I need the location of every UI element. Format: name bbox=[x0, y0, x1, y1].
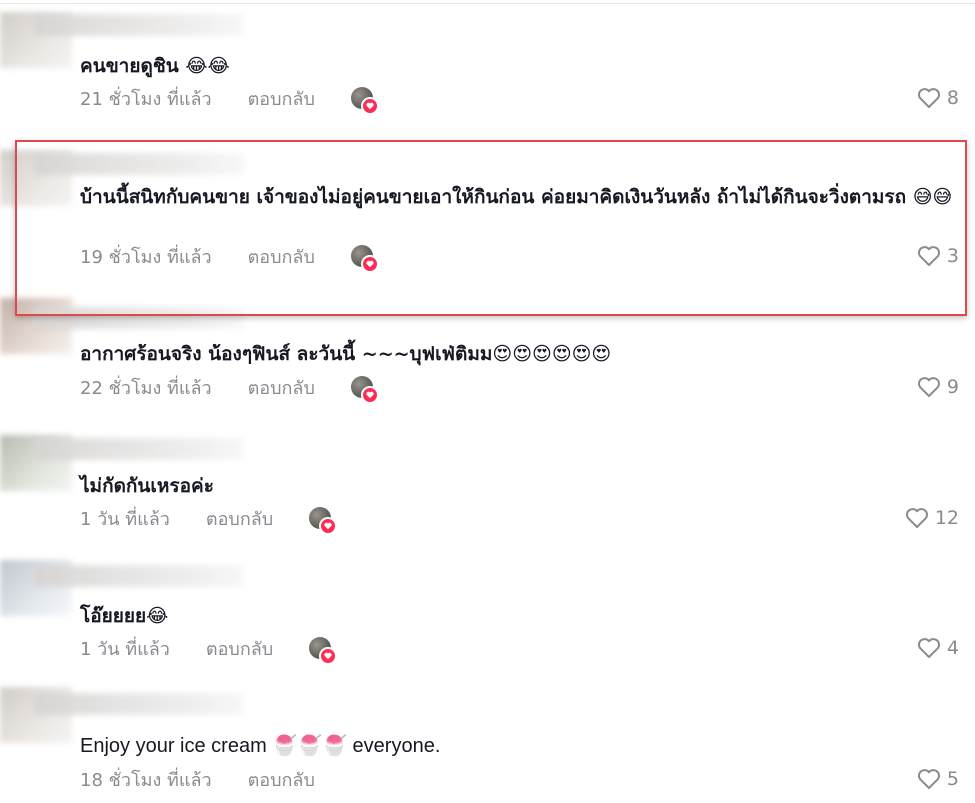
heart-outline-icon bbox=[905, 508, 928, 528]
comment-time: 22 ชั่วโมง ที่แล้ว bbox=[80, 377, 212, 399]
creator-liked-avatar bbox=[350, 87, 379, 115]
reply-button[interactable]: ตอบกลับ bbox=[206, 504, 273, 533]
like-button[interactable]: 3 bbox=[917, 241, 959, 271]
comment-item: โอ๊ยยยย😂 1 วัน ที่แล้ว ตอบกลับ 4 bbox=[0, 555, 975, 680]
like-count: 3 bbox=[946, 245, 959, 267]
like-count: 5 bbox=[946, 768, 959, 790]
like-button[interactable]: 8 bbox=[917, 83, 959, 113]
comment-item: ไม่กัดกันเหรอค่ะ 1 วัน ที่แล้ว ตอบกลับ 1… bbox=[0, 430, 975, 550]
creator-liked-avatar bbox=[350, 376, 379, 404]
heart-outline-icon bbox=[917, 769, 940, 789]
commenter-username[interactable] bbox=[34, 153, 244, 175]
like-button[interactable]: 4 bbox=[917, 633, 959, 663]
heart-outline-icon bbox=[917, 638, 940, 658]
heart-icon bbox=[360, 386, 379, 404]
comment-meta: 18 ชั่วโมง ที่แล้ว ตอบกลับ bbox=[80, 764, 315, 794]
commenter-username[interactable] bbox=[34, 693, 244, 715]
heart-outline-icon bbox=[917, 246, 940, 266]
heart-icon bbox=[319, 647, 338, 665]
comment-time: 1 วัน ที่แล้ว bbox=[80, 638, 170, 660]
creator-liked-avatar bbox=[350, 245, 379, 273]
commenter-username[interactable] bbox=[34, 14, 244, 36]
like-button[interactable]: 9 bbox=[917, 372, 959, 402]
comment-meta: 1 วัน ที่แล้ว ตอบกลับ bbox=[80, 503, 338, 535]
like-count: 9 bbox=[946, 376, 959, 398]
comment-meta: 22 ชั่วโมง ที่แล้ว ตอบกลับ bbox=[80, 372, 379, 404]
reply-button[interactable]: ตอบกลับ bbox=[248, 84, 315, 113]
comment-item: บ้านนี้สนิทกับคนขาย เจ้าของไม่อยู่คนขายเ… bbox=[0, 145, 975, 310]
comment-item: Enjoy your ice cream 🍧🍧🍧 everyone. 18 ชั… bbox=[0, 685, 975, 803]
heart-icon bbox=[360, 255, 379, 273]
comment-text: อากาศร้อนจริง น้องๆฟินส์ ละวันนี้ ~~~บุฟ… bbox=[80, 343, 612, 365]
comment-text: Enjoy your ice cream 🍧🍧🍧 everyone. bbox=[80, 735, 441, 757]
comment-time: 1 วัน ที่แล้ว bbox=[80, 508, 170, 530]
comment-time: 19 ชั่วโมง ที่แล้ว bbox=[80, 246, 212, 268]
reply-button[interactable]: ตอบกลับ bbox=[248, 765, 315, 794]
creator-liked-avatar bbox=[309, 637, 338, 665]
comment-meta: 1 วัน ที่แล้ว ตอบกลับ bbox=[80, 633, 338, 665]
like-count: 4 bbox=[946, 637, 959, 659]
comment-text: โอ๊ยยยย😂 bbox=[80, 605, 169, 627]
commenter-username[interactable] bbox=[34, 307, 244, 329]
reply-button[interactable]: ตอบกลับ bbox=[248, 242, 315, 271]
creator-liked-avatar bbox=[309, 507, 338, 535]
comment-time: 18 ชั่วโมง ที่แล้ว bbox=[80, 769, 212, 791]
like-count: 8 bbox=[946, 87, 959, 109]
comment-item: อากาศร้อนจริง น้องๆฟินส์ ละวันนี้ ~~~บุฟ… bbox=[0, 293, 975, 418]
comment-item: คนขายดูชิน 😂😂 21 ชั่วโมง ที่แล้ว ตอบกลับ… bbox=[0, 0, 975, 120]
commenter-username[interactable] bbox=[34, 565, 244, 587]
comment-time: 21 ชั่วโมง ที่แล้ว bbox=[80, 88, 212, 110]
like-count: 12 bbox=[934, 507, 959, 529]
comment-meta: 21 ชั่วโมง ที่แล้ว ตอบกลับ bbox=[80, 83, 379, 115]
heart-icon bbox=[360, 97, 379, 115]
commenter-username[interactable] bbox=[34, 438, 244, 460]
heart-icon bbox=[319, 517, 338, 535]
comment-text: ไม่กัดกันเหรอค่ะ bbox=[80, 475, 214, 497]
like-button[interactable]: 12 bbox=[905, 503, 959, 533]
comment-text: คนขายดูชิน 😂😂 bbox=[80, 55, 230, 77]
reply-button[interactable]: ตอบกลับ bbox=[248, 373, 315, 402]
heart-outline-icon bbox=[917, 88, 940, 108]
heart-outline-icon bbox=[917, 377, 940, 397]
comment-meta: 19 ชั่วโมง ที่แล้ว ตอบกลับ bbox=[80, 241, 379, 273]
comment-text: บ้านนี้สนิทกับคนขาย เจ้าของไม่อยู่คนขายเ… bbox=[80, 186, 953, 208]
like-button[interactable]: 5 bbox=[917, 764, 959, 794]
reply-button[interactable]: ตอบกลับ bbox=[206, 634, 273, 663]
